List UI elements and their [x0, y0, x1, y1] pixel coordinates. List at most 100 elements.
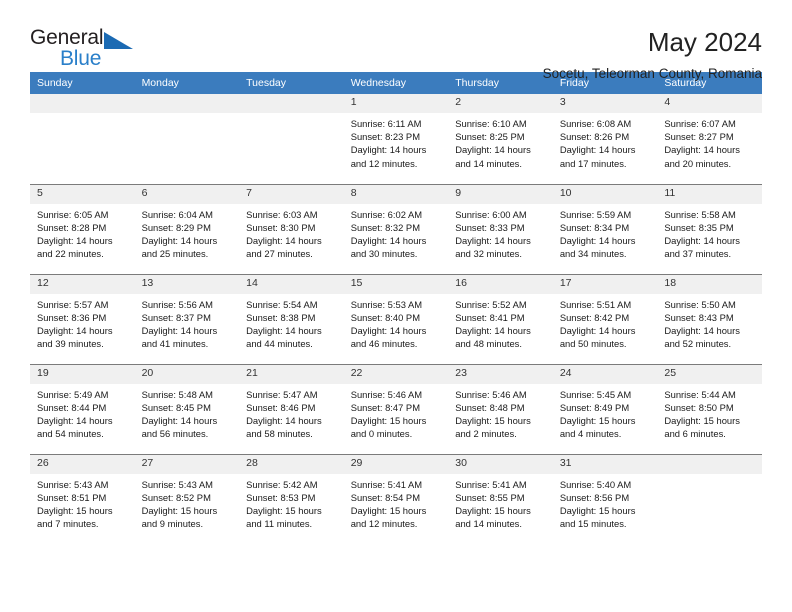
day-details — [30, 113, 135, 117]
daylight-text-line2: and 12 minutes. — [350, 157, 418, 169]
daylight-text-line2: and 50 minutes. — [559, 338, 627, 350]
daylight-text-line2: and 20 minutes. — [664, 157, 732, 169]
calendar-week-row: 1 Sunrise: 6:11 AM Sunset: 8:23 PM Daylight… — [30, 94, 762, 184]
calendar-day-cell[interactable]: 4 Sunrise: 6:07 AM Sunset: 8:27 PM Daylight… — [657, 94, 762, 184]
calendar-day-cell[interactable]: 14 Sunrise: 5:54 AM Sunset: 8:38 PM Dayligh… — [239, 273, 344, 364]
calendar-day-cell[interactable]: 26 Sunrise: 5:43 AM Sunset: 8:51 PM Dayligh… — [30, 453, 135, 544]
daylight-text-line1: Daylight: 15 hours — [455, 504, 531, 516]
sunset-text: Sunset: 8:46 PM — [246, 401, 316, 413]
daylight-text-line2: and 52 minutes. — [664, 338, 732, 350]
sunset-text: Sunset: 8:29 PM — [141, 221, 211, 233]
day-details: Sunrise: 5:52 AM Sunset: 8:41 PM Daylight:… — [448, 294, 553, 351]
sunset-text: Sunset: 8:35 PM — [664, 221, 734, 233]
calendar-day-cell[interactable]: 17 Sunrise: 5:51 AM Sunset: 8:42 PM Dayligh… — [552, 273, 658, 364]
sunset-text: Sunset: 8:49 PM — [559, 401, 630, 413]
daylight-text-line2: and 11 minutes. — [246, 518, 313, 530]
sunrise-text: Sunrise: 5:42 AM — [246, 478, 318, 490]
calendar-day-cell[interactable]: 13 Sunrise: 5:56 AM Sunset: 8:37 PM Dayligh… — [134, 273, 240, 364]
calendar-day-cell[interactable]: 22 Sunrise: 5:46 AM Sunset: 8:47 PM Dayligh… — [343, 363, 449, 454]
day-details: Sunrise: 6:05 AM Sunset: 8:28 PM Daylight:… — [30, 204, 135, 261]
calendar-day-cell[interactable]: 9 Sunrise: 6:00 AM Sunset: 8:33 PM Daylight… — [448, 183, 553, 274]
sunset-text: Sunset: 8:55 PM — [455, 491, 525, 503]
calendar-day-cell-empty — [239, 94, 344, 184]
calendar-day-cell[interactable]: 2 Sunrise: 6:10 AM Sunset: 8:25 PM Daylight… — [448, 94, 553, 184]
day-number — [657, 454, 762, 474]
day-details: Sunrise: 5:45 AM Sunset: 8:49 PM Daylight:… — [553, 384, 658, 441]
general-blue-logo[interactable]: General Blue — [30, 26, 150, 72]
daylight-text-line1: Daylight: 15 hours — [246, 504, 322, 516]
calendar-day-cell[interactable]: 7 Sunrise: 6:03 AM Sunset: 8:30 PM Daylight… — [239, 183, 344, 274]
daylight-text-line2: and 39 minutes. — [37, 338, 104, 350]
calendar-day-cell[interactable]: 3 Sunrise: 6:08 AM Sunset: 8:26 PM Daylight… — [552, 94, 658, 184]
calendar-day-cell[interactable]: 6 Sunrise: 6:04 AM Sunset: 8:29 PM Daylight… — [134, 183, 240, 274]
daylight-text-line2: and 37 minutes. — [664, 248, 732, 260]
sunrise-text: Sunrise: 5:57 AM — [37, 298, 109, 310]
weekday-header-wednesday: Wednesday — [343, 72, 449, 94]
sunset-text: Sunset: 8:38 PM — [246, 311, 316, 323]
calendar-day-cell[interactable]: 11 Sunrise: 5:58 AM Sunset: 8:35 PM Dayligh… — [657, 183, 762, 274]
calendar-day-cell-empty — [30, 94, 135, 184]
day-number — [134, 94, 240, 113]
sunrise-text: Sunrise: 6:08 AM — [559, 118, 632, 129]
calendar-day-cell[interactable]: 16 Sunrise: 5:52 AM Sunset: 8:41 PM Dayligh… — [448, 273, 553, 364]
day-details: Sunrise: 5:49 AM Sunset: 8:44 PM Daylight:… — [30, 384, 135, 441]
day-details: Sunrise: 6:02 AM Sunset: 8:32 PM Daylight:… — [344, 204, 449, 261]
daylight-text-line1: Daylight: 15 hours — [141, 504, 218, 516]
daylight-text-line2: and 14 minutes. — [455, 157, 522, 169]
calendar-day-cell[interactable]: 29 Sunrise: 5:41 AM Sunset: 8:54 PM Dayligh… — [343, 453, 449, 544]
calendar-day-cell[interactable]: 23 Sunrise: 5:46 AM Sunset: 8:48 PM Dayligh… — [448, 363, 553, 454]
calendar-day-cell[interactable]: 24 Sunrise: 5:45 AM Sunset: 8:49 PM Dayligh… — [552, 363, 658, 454]
calendar-day-cell[interactable]: 15 Sunrise: 5:53 AM Sunset: 8:40 PM Dayligh… — [343, 273, 449, 364]
sunrise-text: Sunrise: 5:49 AM — [37, 388, 109, 400]
day-number: 19 — [30, 364, 135, 384]
sunrise-text: Sunrise: 6:07 AM — [664, 118, 736, 129]
daylight-text-line2: and 56 minutes. — [141, 428, 209, 440]
calendar-day-cell[interactable]: 31 Sunrise: 5:40 AM Sunset: 8:56 PM Dayligh… — [552, 453, 658, 544]
sunrise-text: Sunrise: 5:53 AM — [350, 298, 423, 310]
daylight-text-line2: and 25 minutes. — [141, 248, 209, 260]
sunrise-sunset-calendar: Sunday Monday Tuesday Wednesday Thursday Frid… — [30, 72, 762, 544]
daylight-text-line1: Daylight: 14 hours — [559, 324, 636, 336]
calendar-day-cell[interactable]: 10 Sunrise: 5:59 AM Sunset: 8:34 PM Dayligh… — [552, 183, 658, 274]
daylight-text-line1: Daylight: 15 hours — [559, 414, 636, 426]
calendar-day-cell[interactable]: 5 Sunrise: 6:05 AM Sunset: 8:28 PM Daylight… — [30, 183, 135, 274]
weekday-header-tuesday: Tuesday — [239, 72, 344, 94]
sunset-text: Sunset: 8:50 PM — [664, 401, 734, 413]
day-number: 15 — [343, 274, 449, 294]
sunrise-text: Sunrise: 5:46 AM — [455, 388, 527, 400]
day-details: Sunrise: 5:57 AM Sunset: 8:36 PM Daylight:… — [30, 294, 135, 351]
calendar-day-cell[interactable]: 30 Sunrise: 5:41 AM Sunset: 8:55 PM Dayligh… — [448, 453, 553, 544]
calendar-day-cell[interactable]: 21 Sunrise: 5:47 AM Sunset: 8:46 PM Dayligh… — [239, 363, 344, 454]
calendar-day-cell[interactable]: 28 Sunrise: 5:42 AM Sunset: 8:53 PM Dayligh… — [239, 453, 344, 544]
calendar-day-cell[interactable]: 8 Sunrise: 6:02 AM Sunset: 8:32 PM Daylight… — [343, 183, 449, 274]
day-details: Sunrise: 5:50 AM Sunset: 8:43 PM Daylight:… — [657, 294, 762, 351]
day-number: 17 — [552, 274, 658, 294]
calendar-day-cell[interactable]: 20 Sunrise: 5:48 AM Sunset: 8:45 PM Dayligh… — [134, 363, 240, 454]
day-number: 14 — [239, 274, 344, 294]
title-block: May 2024 Socetu, Teleorman County, Roman… — [543, 26, 762, 84]
day-details: Sunrise: 5:48 AM Sunset: 8:45 PM Daylight:… — [135, 384, 240, 441]
calendar-day-cell[interactable]: 12 Sunrise: 5:57 AM Sunset: 8:36 PM Dayligh… — [30, 273, 135, 364]
sunset-text: Sunset: 8:47 PM — [350, 401, 420, 413]
weekday-header-monday: Monday — [134, 72, 240, 94]
day-details: Sunrise: 5:51 AM Sunset: 8:42 PM Daylight:… — [553, 294, 658, 351]
day-details: Sunrise: 5:58 AM Sunset: 8:35 PM Daylight:… — [657, 204, 762, 261]
day-number: 27 — [134, 454, 240, 474]
daylight-text-line2: and 12 minutes. — [350, 518, 418, 530]
calendar-day-cell[interactable]: 25 Sunrise: 5:44 AM Sunset: 8:50 PM Dayligh… — [657, 363, 762, 454]
daylight-text-line1: Daylight: 15 hours — [350, 504, 427, 516]
day-details: Sunrise: 5:43 AM Sunset: 8:51 PM Daylight:… — [30, 474, 135, 531]
daylight-text-line2: and 44 minutes. — [246, 338, 313, 350]
calendar-day-cell[interactable]: 27 Sunrise: 5:43 AM Sunset: 8:52 PM Dayligh… — [134, 453, 240, 544]
day-number — [30, 94, 135, 113]
day-details: Sunrise: 6:07 AM Sunset: 8:27 PM Daylight:… — [657, 113, 762, 170]
calendar-day-cell[interactable]: 19 Sunrise: 5:49 AM Sunset: 8:44 PM Dayligh… — [30, 363, 135, 454]
daylight-text-line1: Daylight: 14 hours — [350, 324, 427, 336]
calendar-day-cell[interactable]: 1 Sunrise: 6:11 AM Sunset: 8:23 PM Daylight… — [343, 94, 449, 184]
sunrise-text: Sunrise: 5:48 AM — [141, 388, 213, 400]
daylight-text-line1: Daylight: 14 hours — [350, 234, 427, 246]
daylight-text-line1: Daylight: 14 hours — [141, 324, 218, 336]
daylight-text-line2: and 7 minutes. — [37, 518, 99, 530]
calendar-day-cell[interactable]: 18 Sunrise: 5:50 AM Sunset: 8:43 PM Dayligh… — [657, 273, 762, 364]
daylight-text-line1: Daylight: 14 hours — [141, 234, 218, 246]
